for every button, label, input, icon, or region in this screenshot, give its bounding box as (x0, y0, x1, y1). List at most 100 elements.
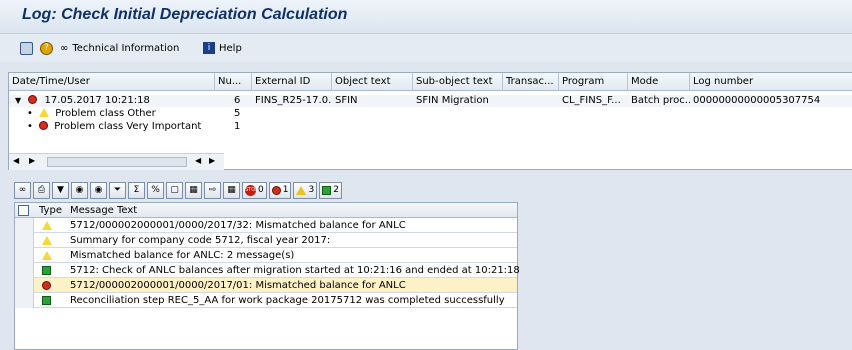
info-count: 2 (333, 185, 339, 195)
find-next-button[interactable]: ◉ (90, 181, 107, 199)
error-bug-icon (42, 281, 51, 290)
scroll-right-icon[interactable]: ▶ (29, 156, 35, 165)
glasses-icon: ∞ (18, 185, 27, 195)
log-transaction (503, 95, 559, 107)
print-preview-button[interactable]: ▢ (166, 181, 183, 199)
total-button[interactable]: Σ (128, 181, 145, 199)
select-all-icon[interactable] (18, 205, 29, 216)
printer-icon: ⎙ (37, 185, 46, 195)
scroll-right-icon-2[interactable]: ▶ (209, 156, 215, 165)
col-sub-object-text[interactable]: Sub-object text (413, 73, 503, 91)
problem-class-very-important-row[interactable]: • Problem class Very Important 1 (9, 121, 852, 133)
success-square-icon (42, 266, 51, 275)
col-program[interactable]: Program (559, 73, 628, 91)
row-selector[interactable] (15, 263, 34, 278)
technical-information-button[interactable]: ∞ Technical Information (60, 40, 179, 56)
view-icon: ▦ (189, 185, 198, 195)
scroll-thumb[interactable] (47, 157, 187, 167)
warning-count: 3 (308, 185, 315, 195)
horizontal-scrollbar[interactable]: ◀ ▶ ◀ ▶ (9, 153, 224, 170)
stop-filter-button[interactable]: STOP 0 (242, 181, 267, 199)
log-row-date-cell: ▼ 17.05.2017 10:21:18 (15, 95, 215, 107)
message-row-selected[interactable]: 5712/000002000001/0000/2017/01: Mismatch… (15, 278, 517, 293)
stop-icon: STOP (245, 184, 258, 196)
log-overview-table: Date/Time/User Nu... External ID Object … (8, 72, 852, 170)
log-date: 17.05.2017 10:21:18 (44, 95, 150, 106)
print-button[interactable]: ⎙ (33, 181, 50, 199)
scroll-left-icon-2[interactable]: ◀ (195, 156, 201, 165)
subtotal-button[interactable]: % (147, 181, 164, 199)
scroll-left-icon[interactable]: ◀ (13, 156, 19, 165)
log-number: 00000000000005307754 (693, 95, 821, 106)
bullet-icon: • (27, 108, 33, 119)
error-filter-button[interactable]: 1 (268, 181, 292, 199)
message-row[interactable]: 5712: Check of ANLC balances after migra… (15, 263, 520, 278)
log-object-text: SFIN (335, 95, 358, 106)
log-row-main[interactable]: ▼ 17.05.2017 10:21:18 6 FINS_R25-17.0...… (9, 95, 852, 107)
col-date-time-user[interactable]: Date/Time/User (9, 73, 215, 91)
message-row[interactable]: Reconciliation step REC_5_AA for work pa… (15, 293, 517, 308)
binoculars-icon: ◉ (75, 185, 84, 195)
col-number[interactable]: Nu... (215, 73, 252, 91)
col-type[interactable]: Type (39, 204, 62, 217)
success-square-icon (42, 296, 51, 305)
problem-class-very-important-cell: • Problem class Very Important (27, 121, 215, 133)
message-row[interactable]: 5712/000002000001/0000/2017/32: Mismatch… (15, 218, 517, 233)
log-table-header: Date/Time/User Nu... External ID Object … (9, 73, 852, 91)
set-filter-button[interactable]: ⏷ (109, 181, 126, 199)
technical-information-label: Technical Information (72, 42, 180, 54)
help-label: Help (219, 42, 242, 54)
message-text: 5712: Check of ANLC balances after migra… (70, 265, 520, 276)
find-button[interactable] (20, 40, 33, 56)
col-log-number[interactable]: Log number (690, 73, 852, 91)
error-bug-icon (39, 121, 49, 130)
warning-filter-button[interactable]: 3 (293, 181, 318, 199)
find-button[interactable]: ◉ (71, 181, 88, 199)
help-circle-button[interactable]: ? (40, 40, 53, 56)
problem-class-other-row[interactable]: • Problem class Other 5 (9, 108, 852, 120)
views-button[interactable]: ▦ (185, 181, 202, 199)
problem-class-other-label: Problem class Other (55, 108, 156, 119)
log-program: CL_FINS_F... (562, 95, 621, 106)
filter-button[interactable]: ▼ (52, 181, 69, 199)
col-mode[interactable]: Mode (628, 73, 690, 91)
error-bug-icon (28, 95, 38, 104)
success-square-icon (322, 185, 332, 195)
message-toolbar: ∞ ⎙ ▼ ◉ ◉ ⏷ Σ % ▢ ▦ ⇨ ▦ STOP 0 1 3 2 (14, 180, 536, 200)
col-message-text[interactable]: Message Text (70, 204, 137, 217)
help-button[interactable]: i Help (203, 40, 242, 56)
row-selector[interactable] (15, 293, 34, 308)
stop-count: 0 (258, 185, 264, 195)
window-title: Log: Check Initial Depreciation Calculat… (22, 6, 348, 23)
message-row[interactable]: Summary for company code 5712, fiscal ye… (15, 233, 517, 248)
row-selector[interactable] (15, 218, 34, 233)
col-transaction[interactable]: Transac... (503, 73, 559, 91)
layout-button[interactable]: ▦ (223, 181, 240, 199)
col-external-id[interactable]: External ID (252, 73, 332, 91)
message-text: Reconciliation step REC_5_AA for work pa… (70, 295, 505, 306)
technical-details-button[interactable]: ∞ (14, 181, 31, 199)
warning-triangle-icon (42, 221, 52, 230)
expand-triangle-icon[interactable]: ▼ (15, 96, 21, 105)
col-object-text[interactable]: Object text (332, 73, 413, 91)
problem-class-very-important-count: 1 (234, 121, 241, 132)
info-book-icon: i (203, 42, 215, 54)
row-selector[interactable] (15, 278, 34, 293)
info-filter-button[interactable]: 2 (319, 181, 342, 199)
problem-class-other-count: 5 (234, 108, 241, 119)
help-icon: ? (40, 41, 53, 55)
error-bug-icon (271, 185, 281, 195)
export-button[interactable]: ⇨ (204, 181, 221, 199)
problem-class-very-important-label: Problem class Very Important (54, 121, 202, 132)
binoculars-next-icon: ◉ (94, 185, 103, 195)
message-row[interactable]: Mismatched balance for ANLC: 2 message(s… (15, 248, 517, 263)
glasses-icon: ∞ (60, 42, 69, 54)
row-selector[interactable] (15, 233, 34, 248)
warning-triangle-icon (42, 236, 52, 245)
log-count: 6 (234, 95, 241, 106)
filter-icon: ⏷ (113, 185, 122, 195)
subtotal-icon: % (151, 185, 160, 195)
row-selector[interactable] (15, 248, 34, 263)
warning-triangle-icon (296, 185, 307, 195)
message-text: Summary for company code 5712, fiscal ye… (70, 235, 331, 246)
